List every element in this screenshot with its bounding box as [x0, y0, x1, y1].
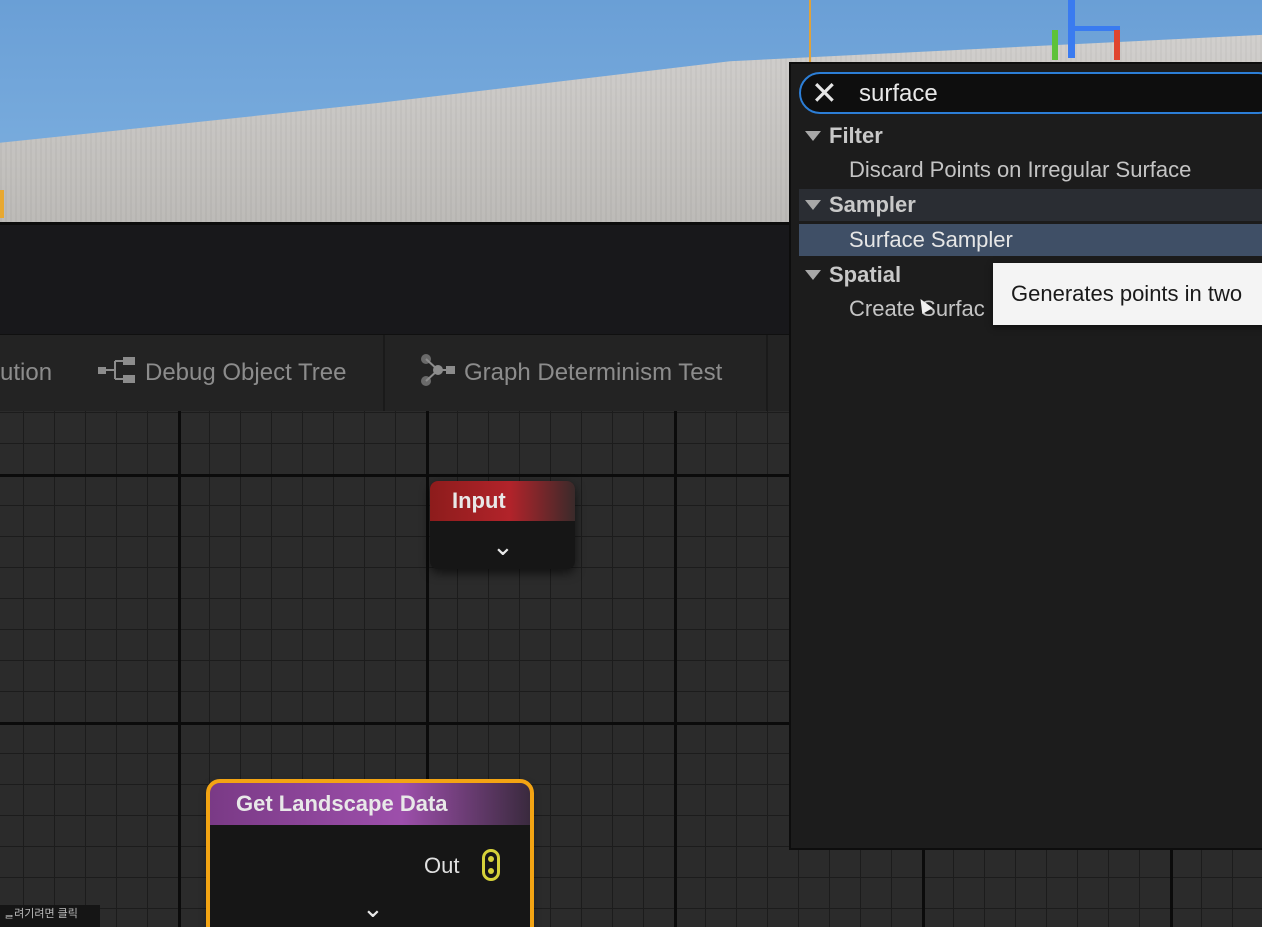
collapse-triangle-icon	[805, 200, 821, 210]
graph-determinism-test-button[interactable]: Graph Determinism Test	[418, 335, 722, 411]
chevron-down-icon[interactable]: ⌄	[492, 531, 514, 562]
tree-icon	[97, 355, 137, 392]
node-action-menu: ✕ Filter Discard Points on Irregular Sur…	[789, 62, 1262, 850]
graph-determinism-test-label: Graph Determinism Test	[464, 359, 723, 386]
debug-object-tree-label: Debug Object Tree	[145, 359, 347, 386]
menu-item-surface-sampler[interactable]: Surface Sampler	[799, 224, 1262, 256]
toolbar-divider	[383, 335, 385, 411]
input-node-title: Input	[430, 481, 575, 521]
toolbar-button-execution[interactable]: ution	[0, 335, 52, 411]
get-landscape-data-node-title: Get Landscape Data	[210, 783, 530, 825]
toolbar-divider	[766, 335, 768, 411]
viewport-marker	[0, 190, 4, 218]
category-filter[interactable]: Filter	[799, 120, 1262, 152]
debug-object-tree-button[interactable]: Debug Object Tree	[97, 335, 346, 411]
toolbar-label-execution: ution	[0, 359, 53, 386]
collapse-triangle-icon	[805, 270, 821, 280]
graph-toolbar: ution Debug Object Tree Graph Determinis…	[0, 334, 790, 412]
menu-item-label: Discard Points on Irregular Surface	[849, 157, 1192, 182]
collapse-triangle-icon	[805, 131, 821, 141]
determinism-graph-icon	[418, 353, 456, 394]
input-node[interactable]: Input ⌄	[430, 481, 575, 569]
out-pin-icon[interactable]	[482, 849, 500, 881]
category-label: Filter	[829, 123, 883, 148]
close-icon[interactable]: ✕	[811, 77, 839, 109]
search-input[interactable]	[859, 79, 1239, 109]
transform-gizmo-icon[interactable]	[1048, 0, 1128, 62]
node-description-tooltip: Generates points in two	[993, 263, 1262, 325]
menu-item-discard-points-on-irregular-surface[interactable]: Discard Points on Irregular Surface	[799, 154, 1262, 186]
hint-tooltip: ᆯ려기려면 클릭	[0, 905, 100, 927]
get-landscape-data-node[interactable]: Get Landscape Data Out ⌄	[206, 779, 534, 927]
search-box[interactable]: ✕	[799, 72, 1262, 114]
menu-item-label: Surface Sampler	[849, 227, 1013, 252]
selection-bounds-line	[809, 0, 811, 70]
out-pin-label: Out	[424, 853, 460, 878]
category-label: Sampler	[829, 192, 916, 217]
chevron-down-icon[interactable]: ⌄	[362, 893, 384, 924]
category-sampler[interactable]: Sampler	[799, 189, 1262, 221]
category-label: Spatial	[829, 262, 902, 287]
